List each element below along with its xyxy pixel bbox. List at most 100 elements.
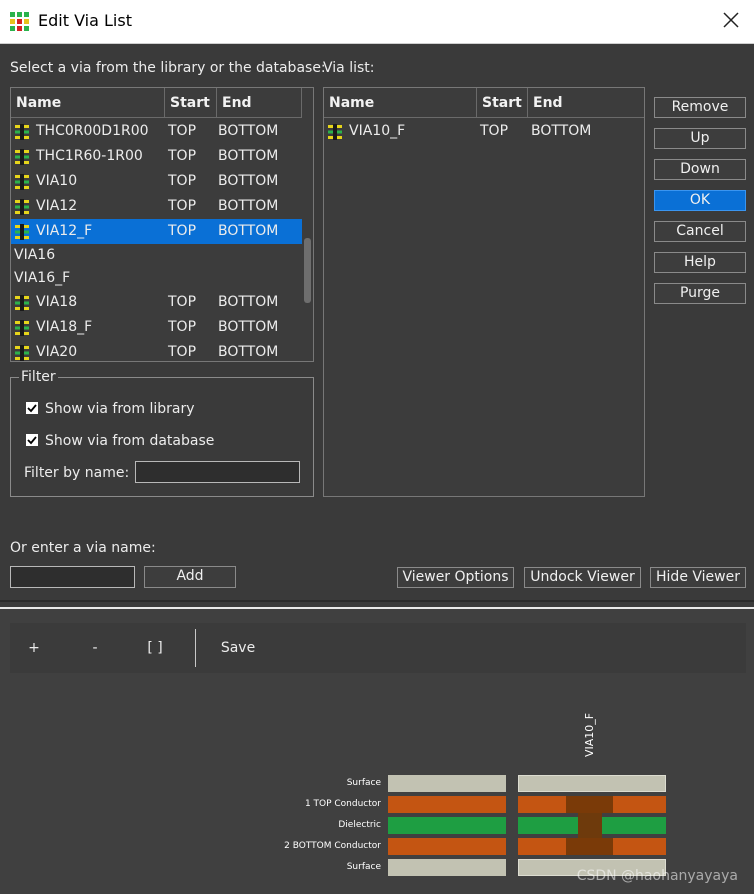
via-list-row[interactable]: VIA10_F TOP BOTTOM <box>324 119 644 144</box>
library-row[interactable]: VIA12_F TOP BOTTOM <box>11 219 302 244</box>
via-end: BOTTOM <box>218 173 279 189</box>
via-icon <box>15 320 29 336</box>
via-start: TOP <box>168 319 197 335</box>
column-header-name[interactable]: Name <box>324 88 477 118</box>
undock-viewer-button[interactable]: Undock Viewer <box>524 567 641 588</box>
zoom-out-button[interactable]: - <box>75 623 115 673</box>
via-icon <box>15 174 29 190</box>
toolbar-separator <box>195 629 196 667</box>
library-label: Select a via from the library or the dat… <box>10 60 326 76</box>
close-icon[interactable] <box>720 9 742 31</box>
purge-button[interactable]: Purge <box>654 283 746 304</box>
via-start: TOP <box>168 198 197 214</box>
selected-via-list[interactable]: Name Start End VIA10_F TOP BOTTOM <box>323 87 645 497</box>
up-button[interactable]: Up <box>654 128 746 149</box>
via-list-header: Name Start End <box>324 88 644 118</box>
help-button[interactable]: Help <box>654 252 746 273</box>
column-header-start[interactable]: Start <box>165 88 217 118</box>
library-row[interactable]: VIA18 TOP BOTTOM <box>11 290 302 315</box>
show-database-label: Show via from database <box>45 433 215 449</box>
via-end: BOTTOM <box>218 198 279 214</box>
down-button[interactable]: Down <box>654 159 746 180</box>
via-name: VIA18 <box>36 294 78 310</box>
via-start: TOP <box>168 123 197 139</box>
via-name: THC1R60-1R00 <box>36 148 143 164</box>
column-header-end[interactable]: End <box>217 88 302 118</box>
via-icon <box>15 149 29 165</box>
library-via-list[interactable]: Name Start End THC0R00D1R00 TOP BOTTOM THC1… <box>10 87 314 362</box>
via-end: BOTTOM <box>218 344 279 360</box>
library-row[interactable]: THC0R00D1R00 TOP BOTTOM <box>11 119 302 144</box>
via-end: BOTTOM <box>218 294 279 310</box>
library-scrollbar-thumb[interactable] <box>304 238 311 303</box>
remove-button[interactable]: Remove <box>654 97 746 118</box>
via-icon <box>15 199 29 215</box>
via-name: VIA10_F <box>349 123 406 139</box>
via-start: TOP <box>168 294 197 310</box>
via-viewer: + - [ ] Save VIA10_F Surface 1 TOP Conduc… <box>0 609 754 894</box>
cancel-button[interactable]: Cancel <box>654 221 746 242</box>
layer-swatch <box>388 859 506 876</box>
viewer-toolbar: + - [ ] Save <box>10 623 746 673</box>
save-button[interactable]: Save <box>215 623 261 673</box>
via-start: TOP <box>168 173 197 189</box>
filter-group-title: Filter <box>19 369 58 385</box>
column-header-name[interactable]: Name <box>11 88 165 118</box>
show-library-checkbox[interactable]: Show via from library <box>26 401 195 417</box>
via-end: BOTTOM <box>218 223 279 239</box>
library-row[interactable]: VIA20 TOP BOTTOM <box>11 340 302 361</box>
via-start: TOP <box>168 223 197 239</box>
via-end: BOTTOM <box>218 148 279 164</box>
column-header-start[interactable]: Start <box>477 88 528 118</box>
via-barrel <box>578 813 602 838</box>
checkbox-icon[interactable] <box>26 402 38 414</box>
library-row[interactable]: VIA10 TOP BOTTOM <box>11 169 302 194</box>
library-row[interactable]: THC1R60-1R00 TOP BOTTOM <box>11 144 302 169</box>
column-header-end[interactable]: End <box>528 88 644 118</box>
hide-viewer-button[interactable]: Hide Viewer <box>650 567 746 588</box>
via-start: TOP <box>168 148 197 164</box>
via-name: VIA12 <box>36 198 78 214</box>
via-list-label: Via list: <box>323 60 375 76</box>
via-start: TOP <box>168 344 197 360</box>
zoom-in-button[interactable]: + <box>14 623 54 673</box>
ok-button[interactable]: OK <box>654 190 746 211</box>
title-bar: Edit Via List <box>0 0 754 44</box>
via-name-input[interactable] <box>10 566 135 588</box>
via-app-icon <box>9 11 30 32</box>
divider <box>0 600 754 602</box>
show-library-label: Show via from library <box>45 401 195 417</box>
via-end: BOTTOM <box>218 319 279 335</box>
via-icon <box>15 224 29 240</box>
checkbox-icon[interactable] <box>26 434 38 446</box>
window-title: Edit Via List <box>38 11 132 30</box>
via-icon <box>328 124 342 140</box>
via-pad <box>566 796 613 813</box>
layer-swatch <box>388 817 506 834</box>
via-name: VIA20 <box>36 344 78 360</box>
library-row[interactable]: VIA12 TOP BOTTOM <box>11 194 302 219</box>
via-name-label: VIA10_F <box>583 712 596 757</box>
layer-label: Surface <box>346 862 381 872</box>
via-end: BOTTOM <box>531 123 592 139</box>
via-icon <box>15 124 29 140</box>
via-name: VIA10 <box>36 173 78 189</box>
fit-view-button[interactable]: [ ] <box>135 623 175 673</box>
filter-by-name-label: Filter by name: <box>24 465 130 481</box>
library-list-header: Name Start End <box>11 88 302 118</box>
show-database-checkbox[interactable]: Show via from database <box>26 433 214 449</box>
filter-by-name-input[interactable] <box>135 461 300 483</box>
enter-via-label: Or enter a via name: <box>10 540 156 556</box>
add-button[interactable]: Add <box>144 566 236 588</box>
library-row[interactable]: VIA16 <box>11 244 302 267</box>
viewer-options-button[interactable]: Viewer Options <box>397 567 514 588</box>
via-pad <box>566 838 613 855</box>
library-scrollbar[interactable] <box>302 118 313 361</box>
library-row[interactable]: VIA18_F TOP BOTTOM <box>11 315 302 340</box>
layer-label: 1 TOP Conductor <box>304 799 381 809</box>
via-name: THC0R00D1R00 <box>36 123 149 139</box>
via-name: VIA16_F <box>14 270 71 286</box>
library-row[interactable]: VIA16_F <box>11 267 302 290</box>
watermark: CSDN @haohanyayaya <box>576 868 738 884</box>
via-start: TOP <box>480 123 509 139</box>
